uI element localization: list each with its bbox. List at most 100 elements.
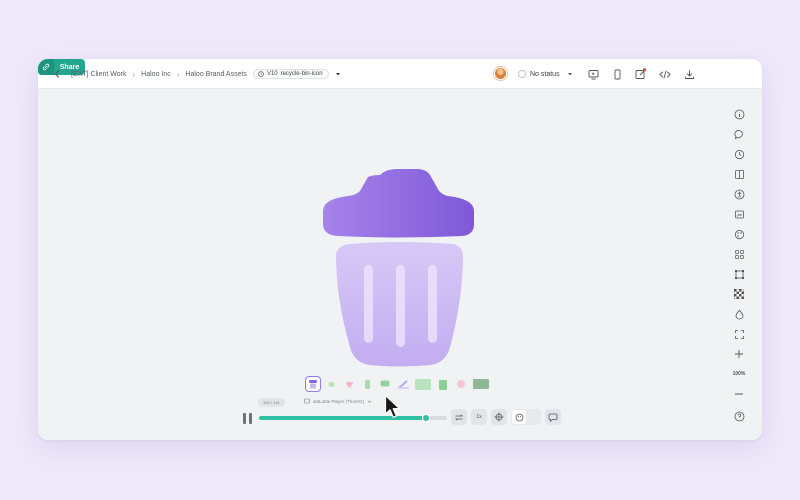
breadcrumb: [EXT] Client Work › Haloo Inc › Haloo Br… <box>71 59 341 89</box>
droplet-icon <box>735 309 743 319</box>
history-button[interactable] <box>732 147 746 161</box>
loop-button[interactable] <box>451 409 467 425</box>
chevron-right-icon: › <box>132 69 136 79</box>
frame-counter: 103 / 131 <box>258 398 285 407</box>
player-engine-selector[interactable]: dotLottie Player (ThorVG) <box>304 398 372 404</box>
download-button[interactable] <box>682 67 696 81</box>
help-button[interactable] <box>732 409 746 423</box>
accessibility-icon <box>734 189 744 199</box>
color-picker-button[interactable] <box>732 307 746 321</box>
assets-button[interactable] <box>732 207 746 221</box>
playback-progress-bar[interactable] <box>259 414 447 422</box>
edit-pencil-icon <box>635 68 647 79</box>
expand-icon <box>734 329 744 339</box>
thumbnail-trash[interactable] <box>436 377 450 391</box>
status-circle-icon <box>518 70 526 78</box>
thumbnail-chat[interactable] <box>378 377 392 391</box>
thumbnail-recycle-bin[interactable] <box>305 376 321 392</box>
app-window: [EXT] Client Work › Haloo Inc › Haloo Br… <box>38 59 762 440</box>
info-button[interactable] <box>732 107 746 121</box>
back-button[interactable] <box>50 67 64 81</box>
leaf-icon <box>328 381 334 387</box>
animation-thumbnail-strip <box>305 375 490 393</box>
playback-scrubber-handle[interactable] <box>422 414 431 422</box>
zoom-out-button[interactable] <box>732 387 746 401</box>
zoom-level[interactable]: 100% <box>732 367 746 381</box>
caret-down-icon <box>335 73 340 76</box>
thumbnail-image[interactable] <box>414 377 432 391</box>
frame-icon <box>734 269 744 279</box>
comment-button[interactable] <box>545 409 561 425</box>
layers-button[interactable] <box>732 167 746 181</box>
crosshair-icon <box>494 412 504 422</box>
book-icon <box>734 169 744 179</box>
trash-icon <box>439 380 447 390</box>
minus-icon <box>735 393 743 395</box>
edit-button[interactable] <box>634 67 648 81</box>
image-icon <box>734 210 744 218</box>
bin-stripe <box>428 265 437 343</box>
embed-code-button[interactable] <box>658 67 672 81</box>
info-icon <box>734 109 744 119</box>
help-icon <box>734 411 744 421</box>
recycle-bin-icon <box>309 380 317 389</box>
accessibility-button[interactable] <box>732 187 746 201</box>
thumbnail-face[interactable] <box>454 377 468 391</box>
top-bar: [EXT] Client Work › Haloo Inc › Haloo Br… <box>38 59 762 89</box>
bin-lid <box>323 169 474 238</box>
breadcrumb-item-client-work[interactable]: [EXT] Client Work <box>71 71 127 78</box>
player-icon <box>304 398 310 404</box>
thumbnail-heart[interactable] <box>342 377 356 391</box>
bottle-icon <box>364 380 370 389</box>
background-color-toggle[interactable] <box>511 409 541 425</box>
history-icon <box>258 71 264 77</box>
player-engine-label: dotLottie Player (ThorVG) <box>313 398 365 404</box>
loop-icon <box>455 414 463 420</box>
palette-icon <box>734 229 744 239</box>
download-icon <box>684 69 694 79</box>
pause-button[interactable] <box>240 411 254 425</box>
thumbnail-leaf[interactable] <box>324 377 338 391</box>
version-label: V10 <box>266 71 278 77</box>
thumbnail-pen[interactable] <box>396 377 410 391</box>
chevron-down-icon <box>368 400 372 403</box>
caret-down-icon <box>567 73 572 76</box>
comments-button[interactable] <box>732 127 746 141</box>
segments-button[interactable] <box>732 247 746 261</box>
frame-counter-label: 103 / 131 <box>263 400 280 405</box>
zoom-in-button[interactable] <box>732 347 746 361</box>
photo-icon <box>473 379 489 389</box>
bin-stripe <box>396 265 405 347</box>
present-button[interactable] <box>586 67 600 81</box>
status-label: No status <box>530 70 560 78</box>
thumbnail-bottle[interactable] <box>360 377 374 391</box>
plus-icon <box>735 350 743 358</box>
version-badge[interactable]: V10 recycle-bin-icon <box>252 69 329 79</box>
frame-button[interactable] <box>732 267 746 281</box>
palette-icon <box>512 410 526 424</box>
grid-icon <box>734 249 744 259</box>
pause-icon-bar <box>248 412 252 424</box>
speed-button[interactable]: 1x <box>471 409 487 425</box>
status-dropdown[interactable]: No status <box>518 59 573 89</box>
bin-stripe <box>364 265 373 343</box>
chat-bubble-icon <box>548 413 558 422</box>
speed-label: 1x <box>476 414 482 420</box>
mobile-preview-button[interactable] <box>610 67 624 81</box>
comment-icon <box>733 129 743 139</box>
pen-icon <box>397 380 409 389</box>
thumbnail-photo[interactable] <box>472 377 490 391</box>
face-icon <box>457 380 465 388</box>
theming-button[interactable] <box>732 227 746 241</box>
monitor-play-icon <box>588 69 598 79</box>
breadcrumb-item-haloo-inc[interactable]: Haloo Inc <box>141 71 171 78</box>
recycle-bin-illustration <box>323 169 474 367</box>
transparency-button[interactable] <box>732 287 746 301</box>
heart-icon <box>345 381 353 388</box>
avatar[interactable] <box>494 67 507 80</box>
pause-icon <box>242 412 246 424</box>
version-dropdown-button[interactable] <box>335 71 341 77</box>
segment-button[interactable] <box>491 409 507 425</box>
breadcrumb-item-brand-assets[interactable]: Haloo Brand Assets <box>185 71 246 78</box>
fullscreen-button[interactable] <box>732 327 746 341</box>
